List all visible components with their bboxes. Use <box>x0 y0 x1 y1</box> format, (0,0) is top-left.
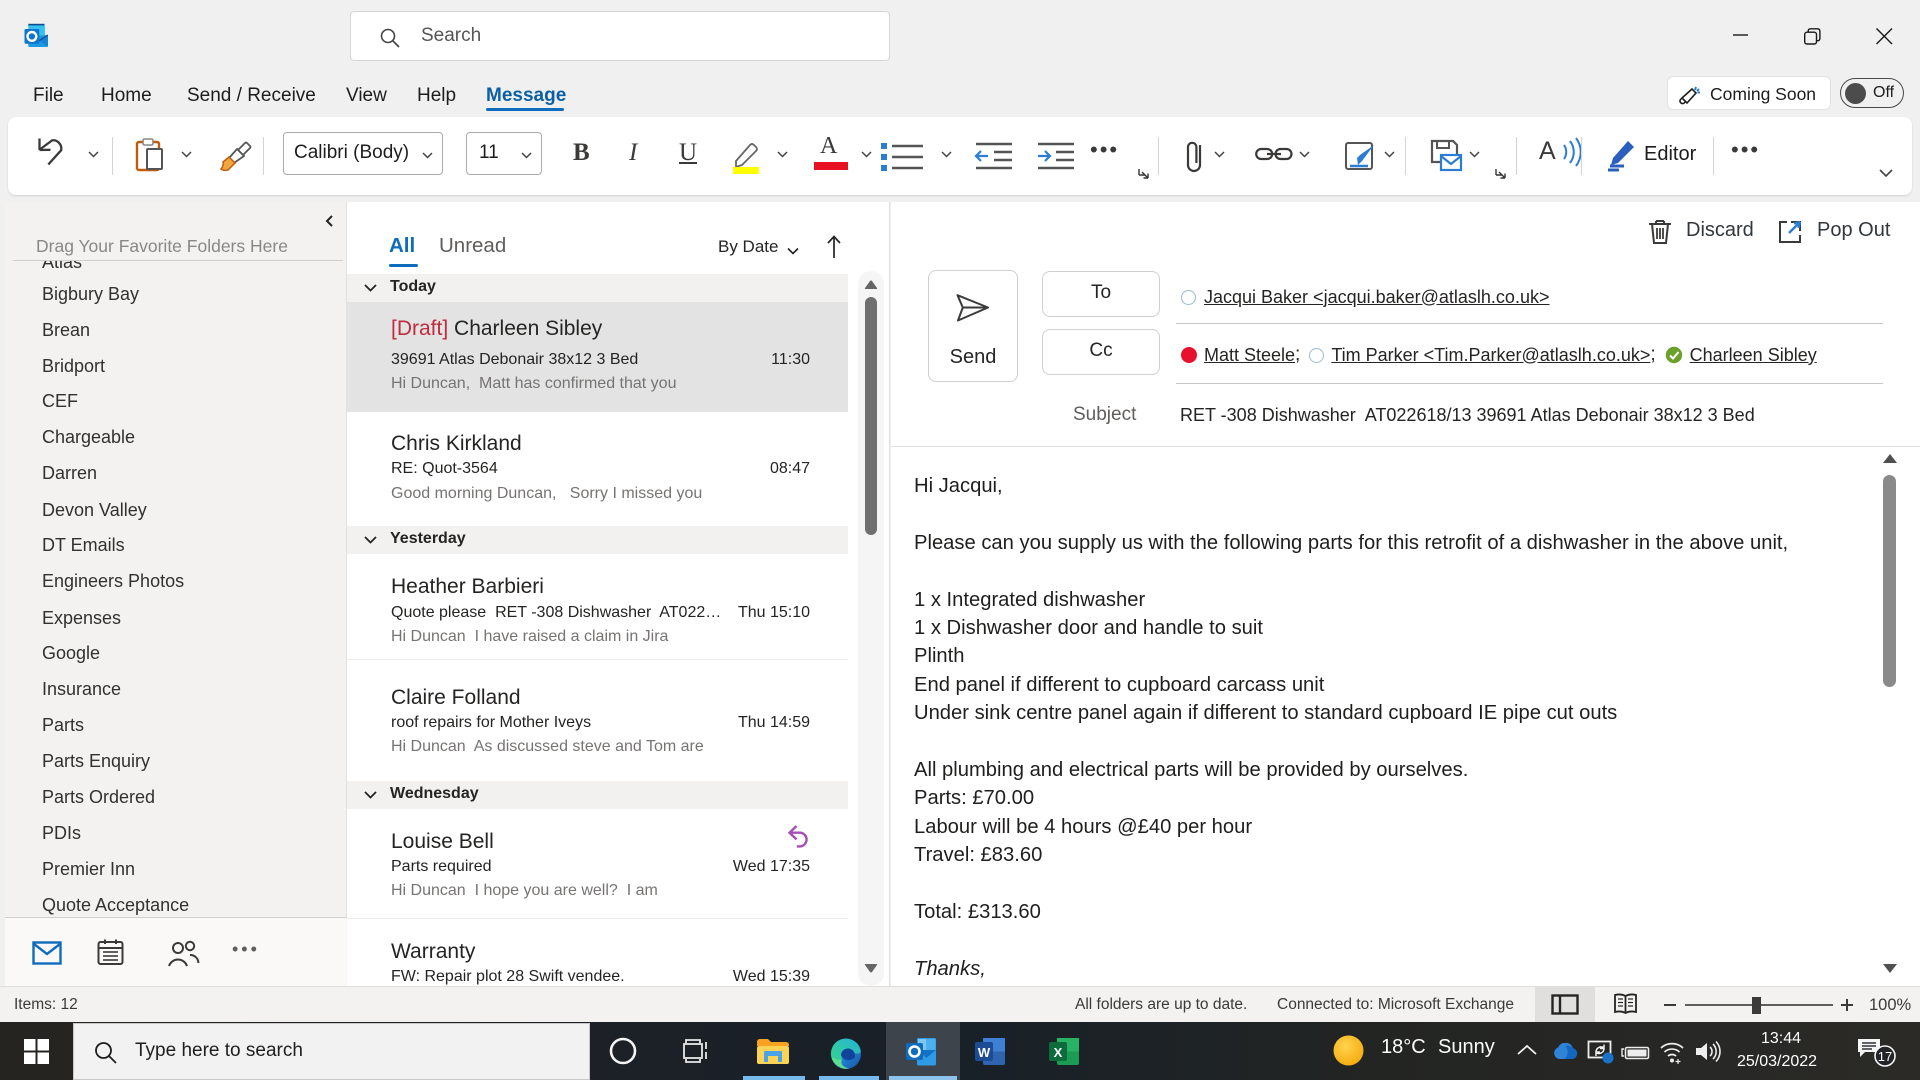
svg-text:W: W <box>978 1045 991 1060</box>
svg-text:17: 17 <box>1878 1049 1892 1064</box>
svg-text:X: X <box>1054 1045 1063 1060</box>
